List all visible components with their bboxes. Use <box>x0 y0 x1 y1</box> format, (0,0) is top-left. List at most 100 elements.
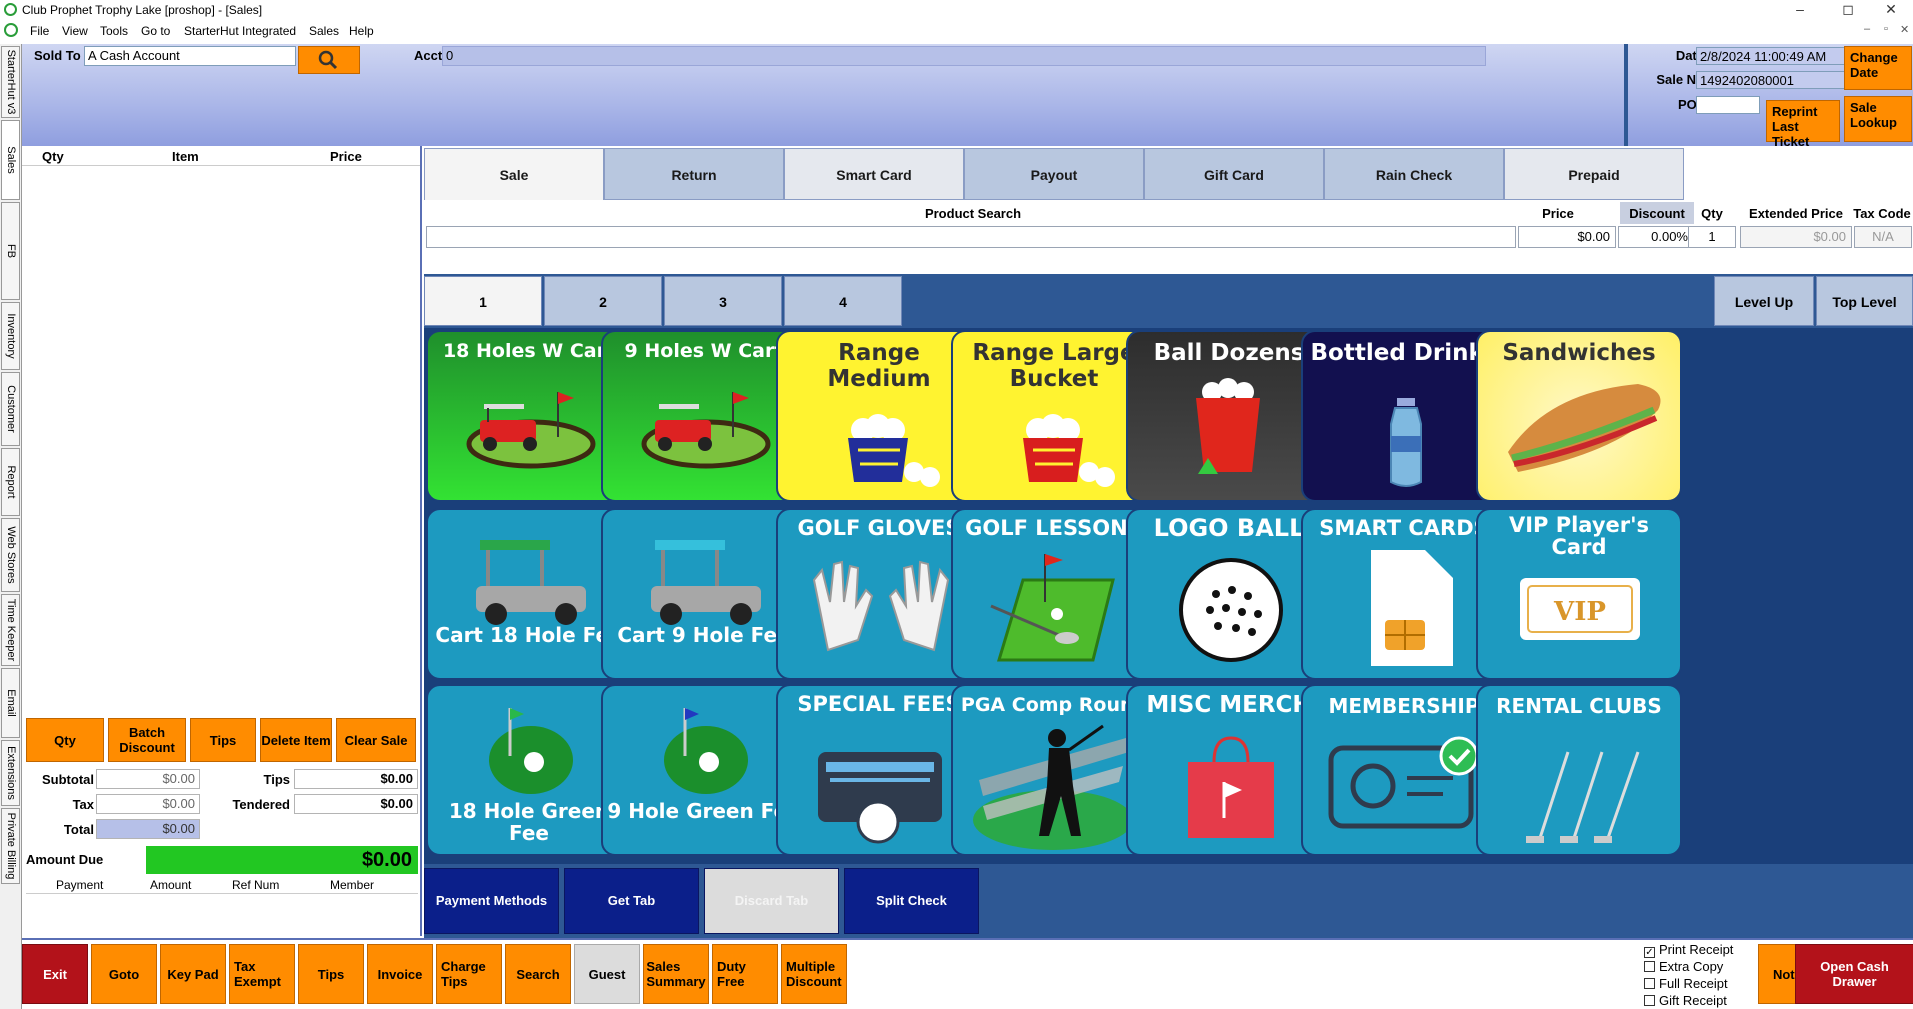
acct-field[interactable]: 0 <box>442 46 1486 66</box>
product-search-heading: Product Search <box>924 206 1022 221</box>
side-tab-private-billing[interactable]: Private Billing <box>1 808 20 884</box>
side-tab-inventory[interactable]: Inventory <box>1 302 20 370</box>
tile-vip-players-card[interactable]: VIP Player's Card VIP <box>1476 508 1682 680</box>
side-tab-sales[interactable]: Sales <box>1 120 20 200</box>
gift-receipt-checkbox[interactable]: Gift Receipt <box>1644 993 1727 1008</box>
payment-methods-button[interactable]: Payment Methods <box>424 868 559 934</box>
side-tab-time-keeper[interactable]: Time Keeper <box>1 594 20 666</box>
tax-exempt-button[interactable]: Tax Exempt <box>229 944 295 1004</box>
tab-rain-check[interactable]: Rain Check <box>1324 148 1504 200</box>
po-field[interactable] <box>1696 96 1760 114</box>
search-icon <box>318 50 338 70</box>
tab-gift-card[interactable]: Gift Card <box>1144 148 1324 200</box>
side-tab-extensions[interactable]: Extensions <box>1 740 20 806</box>
goto-button[interactable]: Goto <box>91 944 157 1004</box>
menu-file[interactable]: File <box>30 24 49 38</box>
checkbox-checked-icon: ✓ <box>1644 947 1655 958</box>
sales-summary-button[interactable]: Sales Summary <box>643 944 709 1004</box>
open-cash-drawer-button[interactable]: Open Cash Drawer <box>1795 944 1913 1004</box>
qty-button[interactable]: Qty <box>26 718 104 762</box>
extra-copy-checkbox[interactable]: Extra Copy <box>1644 959 1723 974</box>
level-up-button[interactable]: Level Up <box>1714 276 1814 326</box>
sale-lookup-button[interactable]: Sale Lookup <box>1844 96 1912 142</box>
split-check-button[interactable]: Split Check <box>844 868 979 934</box>
reprint-last-ticket-button[interactable]: Reprint Last Ticket <box>1766 100 1840 149</box>
side-tab-email[interactable]: Email <box>1 668 20 738</box>
tile-rental-clubs[interactable]: RENTAL CLUBS <box>1476 684 1682 856</box>
tax-code-heading: Tax Code <box>1853 206 1911 221</box>
menu-starterhut[interactable]: StarterHut Integrated <box>184 24 296 38</box>
key-pad-button[interactable]: Key Pad <box>160 944 226 1004</box>
tab-prepaid[interactable]: Prepaid <box>1504 148 1684 200</box>
header-divider <box>1624 44 1628 146</box>
tax-value: $0.00 <box>96 794 200 814</box>
total-label: Total <box>63 822 94 837</box>
delete-item-button[interactable]: Delete Item <box>260 718 332 762</box>
menu-help[interactable]: Help <box>349 24 374 38</box>
get-tab-button[interactable]: Get Tab <box>564 868 699 934</box>
top-level-button[interactable]: Top Level <box>1816 276 1913 326</box>
tips-value[interactable]: $0.00 <box>294 769 418 789</box>
side-tab-report[interactable]: Report <box>1 448 20 516</box>
tendered-label: Tendered <box>232 797 290 812</box>
multiple-discount-button[interactable]: Multiple Discount <box>781 944 847 1004</box>
qty-field[interactable]: 1 <box>1688 226 1736 248</box>
side-tab-customer[interactable]: Customer <box>1 372 20 446</box>
exit-button[interactable]: Exit <box>22 944 88 1004</box>
tile-sandwiches[interactable]: Sandwiches <box>1476 330 1682 502</box>
tips-bottom-button[interactable]: Tips <box>298 944 364 1004</box>
search-button[interactable]: Search <box>505 944 571 1004</box>
side-tab-web-stores[interactable]: Web Stores <box>1 518 20 592</box>
price-field[interactable]: $0.00 <box>1518 226 1616 248</box>
close-button[interactable]: ✕ <box>1869 0 1913 20</box>
category-tab-2[interactable]: 2 <box>544 276 662 326</box>
sold-to-label: Sold To <box>34 48 81 63</box>
menu-tools[interactable]: Tools <box>100 24 128 38</box>
tab-payout[interactable]: Payout <box>964 148 1144 200</box>
menu-goto[interactable]: Go to <box>141 24 170 38</box>
full-receipt-checkbox[interactable]: Full Receipt <box>1644 976 1728 991</box>
clear-sale-button[interactable]: Clear Sale <box>336 718 416 762</box>
invoice-button[interactable]: Invoice <box>367 944 433 1004</box>
side-tab-starterhut[interactable]: StarterHut v3 <box>1 46 20 118</box>
category-tab-3[interactable]: 3 <box>664 276 782 326</box>
change-date-button[interactable]: Change Date <box>1844 46 1912 90</box>
sold-to-field[interactable]: A Cash Account <box>84 46 296 66</box>
tab-smart-card[interactable]: Smart Card <box>784 148 964 200</box>
tab-sale[interactable]: Sale <box>424 148 604 200</box>
total-value: $0.00 <box>96 819 200 839</box>
discount-heading: Discount <box>1620 202 1694 224</box>
subtotal-label: Subtotal <box>42 772 94 787</box>
product-search-row: Product Search Price Discount Qty Extend… <box>424 202 1913 274</box>
minimize-button[interactable]: – <box>1778 0 1822 20</box>
price-heading: Price <box>1542 206 1574 221</box>
payment-header: Payment Amount Ref Num Member <box>26 876 418 894</box>
mdi-close-button[interactable]: ✕ <box>1900 23 1909 36</box>
checkbox-icon <box>1644 961 1655 972</box>
discount-field[interactable]: 0.00% <box>1618 226 1694 248</box>
menu-view[interactable]: View <box>62 24 88 38</box>
guest-button[interactable]: Guest <box>574 944 640 1004</box>
print-receipt-checkbox[interactable]: ✓ Print Receipt <box>1644 942 1733 958</box>
menu-app-icon[interactable] <box>4 23 18 37</box>
side-tab-fb[interactable]: FB <box>1 202 20 300</box>
date-field: 2/8/2024 11:00:49 AM <box>1696 47 1862 65</box>
mdi-restore-button[interactable]: ▫ <box>1884 23 1888 35</box>
menu-sales[interactable]: Sales <box>309 24 339 38</box>
tips-button[interactable]: Tips <box>190 718 256 762</box>
category-tab-1[interactable]: 1 <box>424 276 542 326</box>
amount-due-value: $0.00 <box>146 846 418 874</box>
batch-discount-button[interactable]: Batch Discount <box>108 718 186 762</box>
customer-search-button[interactable] <box>298 46 360 74</box>
product-search-input[interactable] <box>426 226 1516 248</box>
extended-price-field: $0.00 <box>1740 226 1852 248</box>
discard-tab-button[interactable]: Discard Tab <box>704 868 839 934</box>
maximize-button[interactable]: ◻ <box>1826 0 1870 20</box>
tab-return[interactable]: Return <box>604 148 784 200</box>
subtotal-value: $0.00 <box>96 769 200 789</box>
category-tab-4[interactable]: 4 <box>784 276 902 326</box>
mdi-minimize-button[interactable]: – <box>1864 23 1870 35</box>
charge-tips-button[interactable]: Charge Tips <box>436 944 502 1004</box>
duty-free-button[interactable]: Duty Free <box>712 944 778 1004</box>
cart-panel: Qty Item Price Qty Batch Discount Tips D… <box>22 146 422 936</box>
